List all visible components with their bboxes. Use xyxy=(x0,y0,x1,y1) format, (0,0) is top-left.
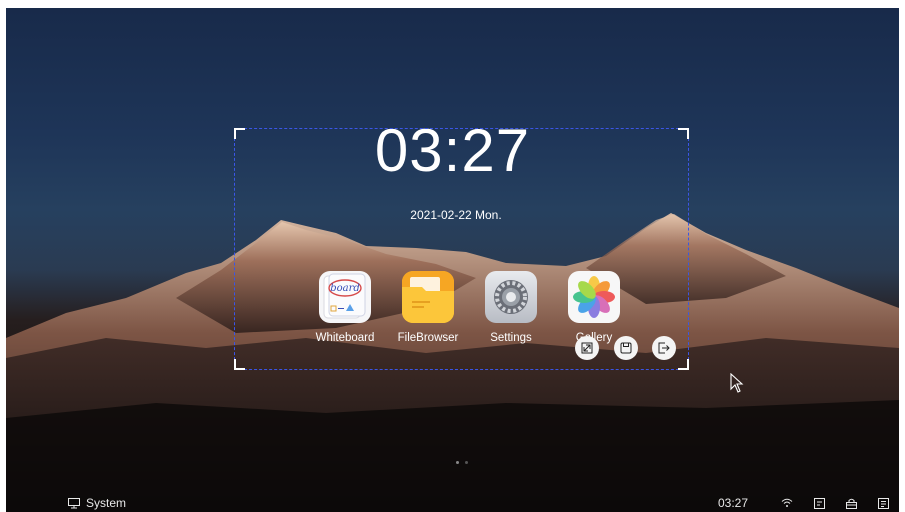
corner-handle[interactable] xyxy=(678,128,689,139)
system-button[interactable]: System xyxy=(68,496,126,510)
page-dot[interactable] xyxy=(465,461,468,464)
expand-button[interactable] xyxy=(575,336,599,360)
monitor-icon xyxy=(68,497,80,508)
page-dot[interactable] xyxy=(456,461,459,464)
corner-handle[interactable] xyxy=(234,359,245,370)
status-tray: 03:27 xyxy=(718,496,891,510)
mouse-cursor-icon xyxy=(730,373,744,393)
screenshot-icon[interactable] xyxy=(811,496,827,510)
page-indicator[interactable] xyxy=(453,451,471,469)
save-button[interactable] xyxy=(614,336,638,360)
lock-icon[interactable] xyxy=(843,496,859,510)
taskbar-time: 03:27 xyxy=(717,496,748,510)
corner-handle[interactable] xyxy=(234,128,245,139)
desktop-screen: 03:27 2021-02-22 Mon. board Whiteboard F… xyxy=(6,8,899,512)
save-icon xyxy=(620,342,632,354)
menu-icon[interactable] xyxy=(875,496,891,510)
corner-handle[interactable] xyxy=(678,359,689,370)
expand-icon xyxy=(581,342,593,354)
exit-icon xyxy=(658,342,670,354)
system-label: System xyxy=(86,496,127,510)
selection-frame[interactable] xyxy=(234,128,689,370)
exit-button[interactable] xyxy=(652,336,676,360)
wifi-icon[interactable] xyxy=(779,496,795,510)
taskbar: System 03:27 xyxy=(6,496,899,512)
